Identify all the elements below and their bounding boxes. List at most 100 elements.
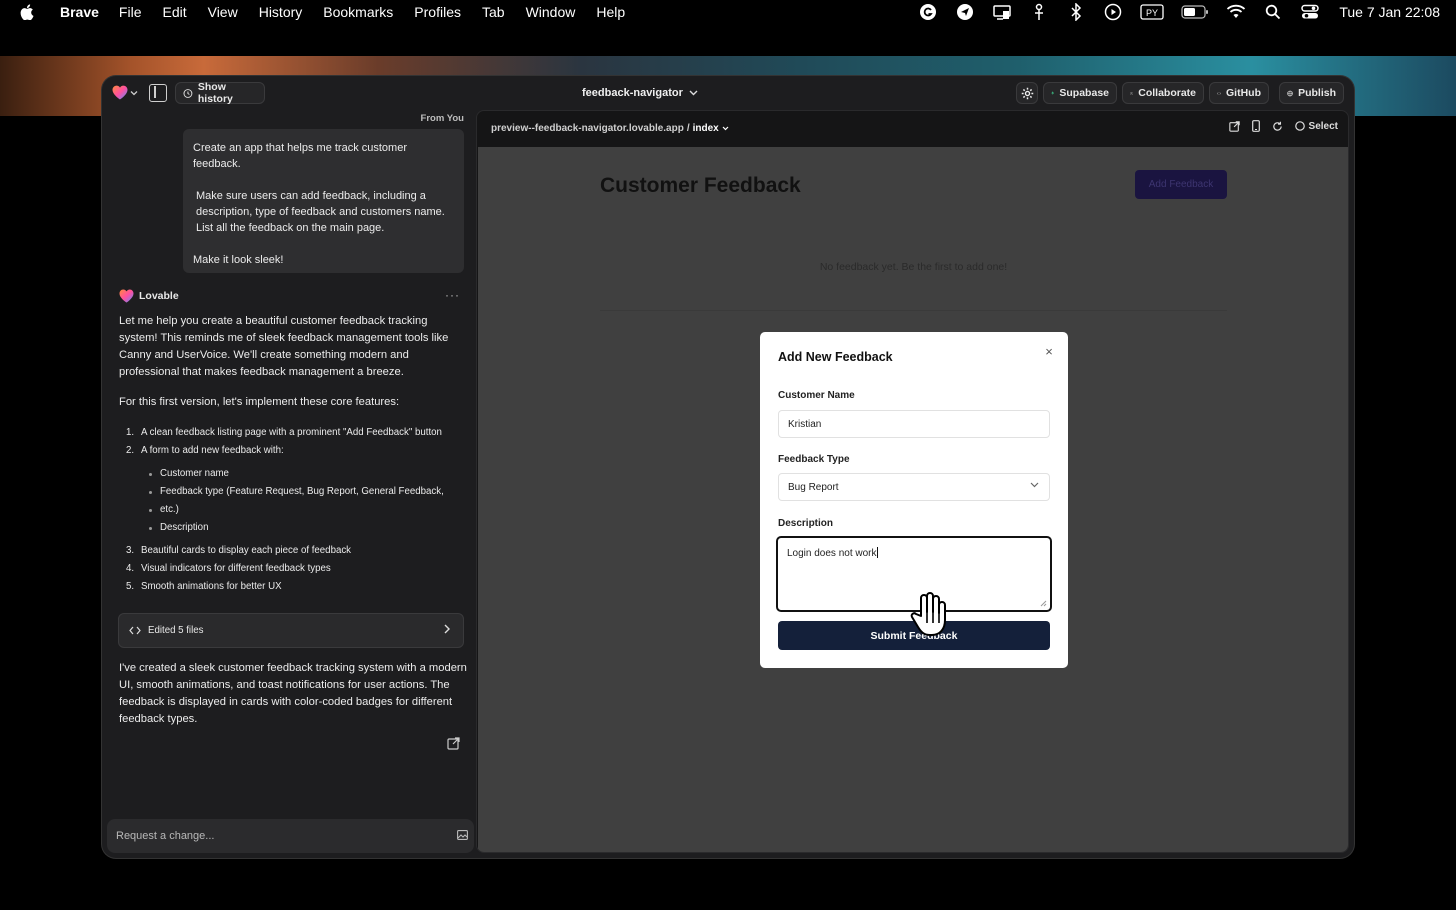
control-center-icon[interactable]	[1300, 3, 1320, 21]
users-icon	[1130, 91, 1134, 95]
external-link-icon[interactable]	[447, 737, 460, 755]
github-label: GitHub	[1226, 87, 1261, 99]
edited-files-label: Edited 5 files	[148, 625, 204, 636]
edited-files-card[interactable]: Edited 5 files	[118, 613, 464, 648]
bot-features-intro: For this first version, let's implement …	[119, 396, 400, 408]
globe-icon	[1287, 90, 1293, 96]
menu-window[interactable]: Window	[526, 4, 576, 20]
request-change-input[interactable]: Request a change...	[107, 819, 474, 853]
show-history-button[interactable]: Show history	[175, 81, 265, 105]
preview-toolbar: preview--feedback-navigator.lovable.app /…	[477, 111, 1348, 147]
chevron-right-icon	[444, 624, 450, 634]
menubar-clock[interactable]: Tue 7 Jan 22:08	[1339, 4, 1440, 20]
show-history-label: Show history	[197, 81, 233, 105]
list-item: 3. Beautiful cards to display each piece …	[126, 545, 352, 556]
menubar-status-area: PY Tue 7 Jan 22:08	[918, 0, 1440, 24]
list-item: 4. Visual indicators for different feedba…	[126, 563, 331, 574]
preview-url-host: preview--feedback-navigator.lovable.app	[491, 123, 684, 134]
chat-panel: From You Create an app that helps me tra…	[102, 110, 476, 858]
menu-tab[interactable]: Tab	[482, 4, 505, 20]
feedback-type-select[interactable]: Bug Report	[778, 473, 1050, 501]
mobile-view-icon[interactable]	[1251, 120, 1260, 132]
add-feedback-button[interactable]: Add Feedback	[1135, 170, 1227, 199]
grammarly-icon[interactable]	[918, 3, 938, 21]
feedback-type-value: Bug Report	[788, 481, 839, 493]
preview-url-page[interactable]: index	[693, 123, 719, 134]
lovable-heart-icon	[119, 289, 134, 303]
bluetooth-icon[interactable]	[1066, 3, 1086, 21]
gear-icon	[1021, 87, 1033, 99]
supabase-button[interactable]: Supabase	[1043, 82, 1117, 104]
menu-profiles[interactable]: Profiles	[414, 4, 461, 20]
lovable-window: Show history feedback-navigator Supabase…	[102, 76, 1354, 858]
sub-list-item: Customer name	[149, 468, 229, 479]
menu-bookmarks[interactable]: Bookmarks	[323, 4, 393, 20]
chevron-down-icon	[130, 90, 138, 95]
refresh-icon[interactable]	[1272, 121, 1283, 132]
publish-button[interactable]: Publish	[1279, 82, 1344, 104]
lovable-logo-menu[interactable]	[112, 85, 138, 100]
project-name-label: feedback-navigator	[582, 87, 683, 99]
more-options-icon[interactable]: ···	[445, 288, 460, 302]
sub-list-item: Description	[148, 522, 209, 533]
menu-edit[interactable]: Edit	[162, 4, 186, 20]
select-label: Select	[1308, 120, 1338, 132]
description-value: Login does not work	[787, 548, 877, 559]
bot-name: Lovable	[139, 290, 179, 302]
user-message-line: Create an app that helps me track custom…	[193, 142, 407, 170]
divider	[600, 310, 1227, 311]
python-icon[interactable]: PY	[1140, 3, 1164, 21]
user-message-line: Make it look sleek!	[193, 254, 284, 266]
collaborate-button[interactable]: Collaborate	[1122, 82, 1204, 104]
resize-handle-icon[interactable]	[1040, 600, 1047, 607]
display-icon[interactable]	[992, 3, 1012, 21]
open-new-tab-icon[interactable]	[1228, 120, 1240, 132]
battery-icon[interactable]	[1181, 3, 1209, 21]
project-name-dropdown[interactable]: feedback-navigator	[582, 87, 698, 99]
preview-canvas: Customer Feedback Add Feedback No feedba…	[478, 147, 1348, 852]
navigation-icon[interactable]	[955, 3, 975, 21]
supabase-icon	[1051, 91, 1055, 95]
apple-icon[interactable]	[20, 4, 34, 20]
wifi-icon[interactable]	[1226, 3, 1246, 21]
chevron-down-icon	[689, 90, 698, 96]
github-button[interactable]: GitHub	[1209, 82, 1269, 104]
settings-button[interactable]	[1016, 82, 1038, 104]
menu-help[interactable]: Help	[596, 4, 625, 20]
customer-name-value: Kristian	[788, 418, 822, 430]
select-element-button[interactable]: Select	[1294, 120, 1338, 132]
customer-name-input[interactable]: Kristian	[778, 410, 1050, 438]
bot-header: Lovable	[119, 289, 179, 303]
collaborate-label: Collaborate	[1138, 87, 1196, 99]
page-title: Customer Feedback	[600, 174, 801, 197]
close-icon[interactable]: ×	[1042, 344, 1056, 359]
menu-history[interactable]: History	[259, 4, 303, 20]
sidebar-toggle-icon[interactable]	[149, 84, 167, 102]
bot-summary: I've created a sleek customer feedback t…	[119, 662, 467, 725]
history-icon	[183, 88, 193, 98]
chevron-down-icon	[1030, 482, 1039, 488]
code-icon	[1217, 91, 1221, 95]
modal-title: Add New Feedback	[778, 350, 893, 364]
menu-file[interactable]: File	[119, 4, 142, 20]
play-icon[interactable]	[1103, 3, 1123, 21]
accessibility-icon[interactable]	[1029, 3, 1049, 21]
user-message-line: Make sure users can add feedback, includ…	[196, 190, 445, 234]
macos-menubar: Brave File Edit View History Bookmarks P…	[0, 0, 1456, 24]
list-item: 1. A clean feedback listing page with a p…	[126, 427, 442, 438]
preview-actions: Select	[1228, 120, 1338, 132]
empty-state-text: No feedback yet. Be the first to add one…	[819, 261, 1008, 273]
sub-list-item: Feedback type (Feature Request, Bug Repo…	[149, 486, 444, 497]
chevron-down-icon	[722, 126, 728, 131]
image-attach-icon[interactable]	[457, 830, 468, 840]
code-icon	[129, 626, 141, 635]
select-circle-icon	[1294, 121, 1305, 131]
window-topbar: Show history feedback-navigator Supabase…	[102, 76, 1354, 110]
preview-url[interactable]: preview--feedback-navigator.lovable.app /…	[491, 123, 729, 134]
spotlight-icon[interactable]	[1263, 3, 1283, 21]
user-message: Create an app that helps me track custom…	[183, 129, 464, 273]
menubar-app-name[interactable]: Brave	[60, 4, 99, 20]
python-badge-text: PY	[1146, 8, 1158, 18]
list-item: 5. Smooth animations for better UX	[126, 581, 282, 592]
menu-view[interactable]: View	[208, 4, 238, 20]
